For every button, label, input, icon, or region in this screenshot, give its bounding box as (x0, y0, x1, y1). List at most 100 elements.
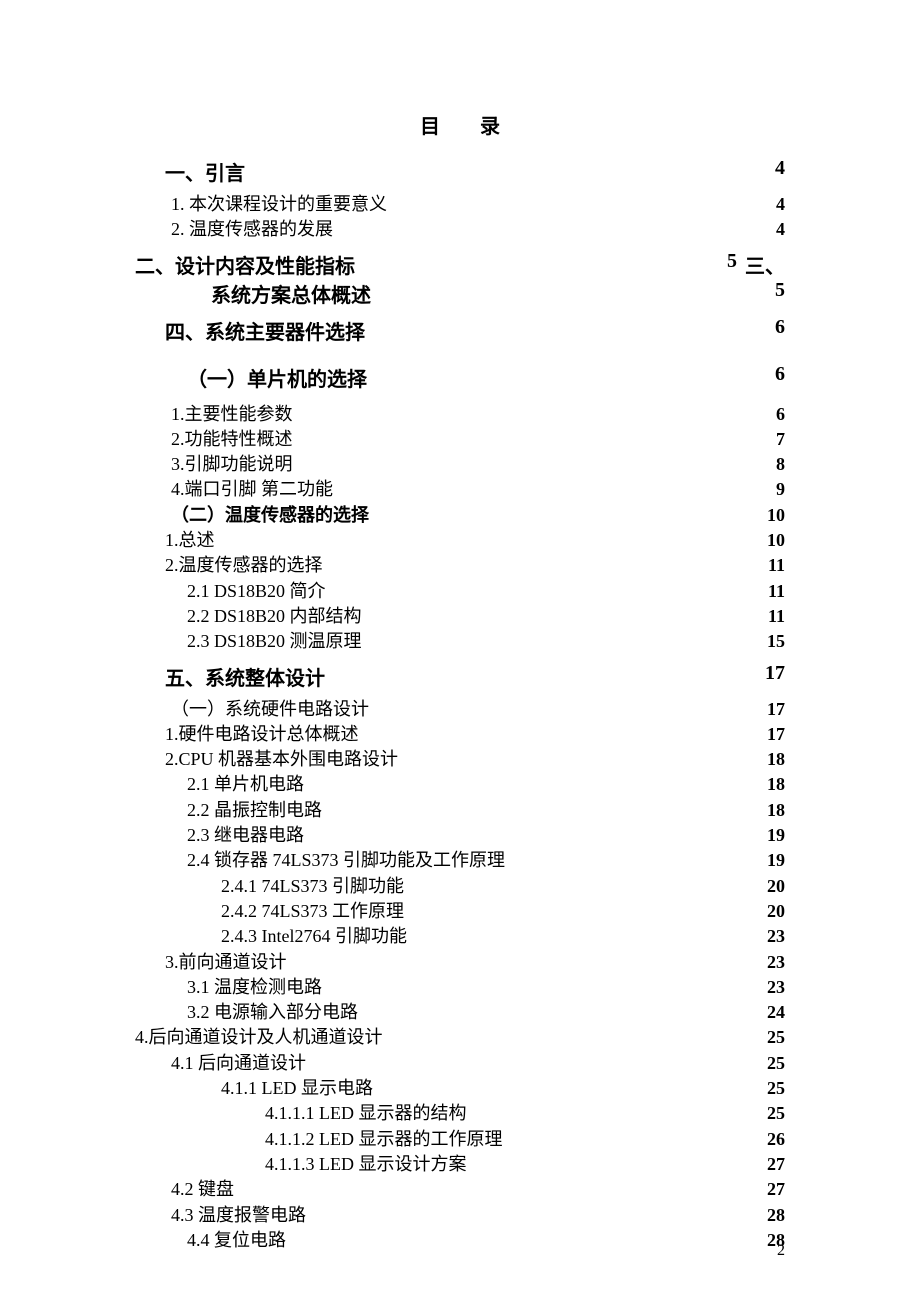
heading-text: 五、系统整体设计 (135, 662, 325, 691)
item-label: 4.1.1.3 LED 显示设计方案 (135, 1152, 755, 1176)
toc-item: 2.温度传感器的选择 11 (135, 553, 785, 577)
item-label: 4.3 温度报警电路 (135, 1203, 755, 1227)
toc-item: （一）系统硬件电路设计 17 (135, 697, 785, 721)
toc-item: 2.4.3 Intel2764 引脚功能 23 (135, 924, 785, 948)
toc-section-5: 五、系统整体设计 17 (135, 662, 785, 691)
toc-item: 2.2 DS18B20 内部结构 11 (135, 604, 785, 628)
item-label: 1.硬件电路设计总体概述 (135, 722, 755, 746)
toc-item: 4.端口引脚 第二功能 9 (135, 477, 785, 501)
page-num-ref: 25 (755, 1025, 785, 1049)
item-label: 1.主要性能参数 (135, 402, 755, 426)
toc-item: 2.4.2 74LS373 工作原理 20 (135, 899, 785, 923)
toc-item: 2.2 晶振控制电路 18 (135, 798, 785, 822)
page-num-ref: 4 (775, 157, 785, 186)
item-label: 4.2 键盘 (135, 1177, 755, 1201)
page-num-ref: 24 (755, 1000, 785, 1024)
heading-3-suffix: 三、 (745, 250, 785, 279)
item-label: 2.1 DS18B20 简介 (135, 579, 755, 603)
page-num-ref: 26 (755, 1127, 785, 1151)
page-num-ref: 23 (755, 975, 785, 999)
toc-item: 1.总述 10 (135, 528, 785, 552)
item-label: 2.4 锁存器 74LS373 引脚功能及工作原理 (135, 848, 755, 872)
page-content: 目录 一、引言 4 1. 本次课程设计的重要意义 4 2. 温度传感器的发展 4… (0, 0, 920, 1252)
toc-item: 2.3 DS18B20 测温原理 15 (135, 629, 785, 653)
toc-item: 4.1.1.3 LED 显示设计方案 27 (135, 1152, 785, 1176)
page-num-ref: 19 (755, 823, 785, 847)
page-num-ref: 6 (775, 363, 785, 392)
page-num-ref: 18 (755, 747, 785, 771)
page-num-ref: 17 (755, 722, 785, 746)
toc-item: 4.2 键盘 27 (135, 1177, 785, 1201)
item-label: （二）温度传感器的选择 (135, 503, 755, 527)
page-num-ref: 25 (755, 1101, 785, 1125)
page-num-ref: 19 (755, 848, 785, 872)
item-label: 4.4 复位电路 (135, 1228, 755, 1252)
item-label: 2.4.3 Intel2764 引脚功能 (135, 924, 755, 948)
page-num-ref: 28 (755, 1203, 785, 1227)
item-label: 4.1.1.2 LED 显示器的工作原理 (135, 1127, 755, 1151)
heading-text: 四、系统主要器件选择 (135, 316, 365, 345)
page-num-ref: 10 (755, 503, 785, 527)
item-label: 2.4.2 74LS373 工作原理 (135, 899, 755, 923)
toc-item: 1.主要性能参数 6 (135, 402, 785, 426)
heading-text: 系统方案总体概述 (135, 279, 371, 308)
page-num-ref: 11 (755, 553, 785, 577)
toc-item: 3.2 电源输入部分电路 24 (135, 1000, 785, 1024)
page-num-ref: 11 (755, 604, 785, 628)
toc-item: 2. 温度传感器的发展 4 (135, 217, 785, 241)
page-num-ref: 5 (727, 250, 737, 279)
toc-item: 4.3 温度报警电路 28 (135, 1203, 785, 1227)
item-label: 4.1.1 LED 显示电路 (135, 1076, 755, 1100)
item-label: （一）单片机的选择 (135, 363, 367, 392)
item-label: 4.后向通道设计及人机通道设计 (135, 1025, 755, 1049)
page-num-ref: 15 (755, 629, 785, 653)
toc-item: 2.4 锁存器 74LS373 引脚功能及工作原理 19 (135, 848, 785, 872)
toc-sub-4a: （一）单片机的选择 6 (135, 363, 785, 392)
page-num-ref: 4 (755, 217, 785, 241)
item-label: 2.3 继电器电路 (135, 823, 755, 847)
item-label: 4.端口引脚 第二功能 (135, 477, 755, 501)
toc-item: 4.1.1 LED 显示电路 25 (135, 1076, 785, 1100)
page-num-ref: 17 (755, 697, 785, 721)
page-num-ref: 27 (755, 1152, 785, 1176)
item-label: 3.前向通道设计 (135, 950, 755, 974)
footer-page-number: 2 (777, 1242, 785, 1260)
page-num-ref: 10 (755, 528, 785, 552)
toc-section-2-3-wrap: 二、设计内容及性能指标 5 三、 (135, 250, 785, 279)
heading-text: 二、设计内容及性能指标 (135, 250, 355, 279)
item-label: 2.CPU 机器基本外围电路设计 (135, 747, 755, 771)
page-num-ref: 23 (755, 950, 785, 974)
toc-item: 4.4 复位电路 28 (135, 1228, 785, 1252)
item-label: 1. 本次课程设计的重要意义 (135, 192, 755, 216)
page-num-ref: 20 (755, 874, 785, 898)
toc-item: 4.1.1.2 LED 显示器的工作原理 26 (135, 1127, 785, 1151)
item-label: 2. 温度传感器的发展 (135, 217, 755, 241)
toc-item: 2.1 单片机电路 18 (135, 772, 785, 796)
item-label: 2.1 单片机电路 (135, 772, 755, 796)
toc-item: 3.1 温度检测电路 23 (135, 975, 785, 999)
heading-text: 一、引言 (135, 157, 245, 186)
page-num-ref: 18 (755, 772, 785, 796)
toc-item: 4.后向通道设计及人机通道设计 25 (135, 1025, 785, 1049)
item-label: 4.1 后向通道设计 (135, 1051, 755, 1075)
toc-item: 1.硬件电路设计总体概述 17 (135, 722, 785, 746)
page-num-ref: 25 (755, 1076, 785, 1100)
toc-item: 4.1.1.1 LED 显示器的结构 25 (135, 1101, 785, 1125)
item-label: 2.温度传感器的选择 (135, 553, 755, 577)
page-num-ref: 23 (755, 924, 785, 948)
toc-item: 1. 本次课程设计的重要意义 4 (135, 192, 785, 216)
toc-item: 2.4.1 74LS373 引脚功能 20 (135, 874, 785, 898)
toc-title: 目录 (135, 110, 785, 139)
item-label: 2.功能特性概述 (135, 427, 755, 451)
toc-item: 2.3 继电器电路 19 (135, 823, 785, 847)
item-label: 3.1 温度检测电路 (135, 975, 755, 999)
page-num-ref: 7 (755, 427, 785, 451)
page-num-ref: 27 (755, 1177, 785, 1201)
item-label: 4.1.1.1 LED 显示器的结构 (135, 1101, 755, 1125)
toc-section-4: 四、系统主要器件选择 6 (135, 316, 785, 345)
page-num-ref: 8 (755, 452, 785, 476)
item-label: 2.2 晶振控制电路 (135, 798, 755, 822)
page-num-ref: 9 (755, 477, 785, 501)
page-num-ref: 11 (755, 579, 785, 603)
page-num-ref: 6 (775, 316, 785, 345)
